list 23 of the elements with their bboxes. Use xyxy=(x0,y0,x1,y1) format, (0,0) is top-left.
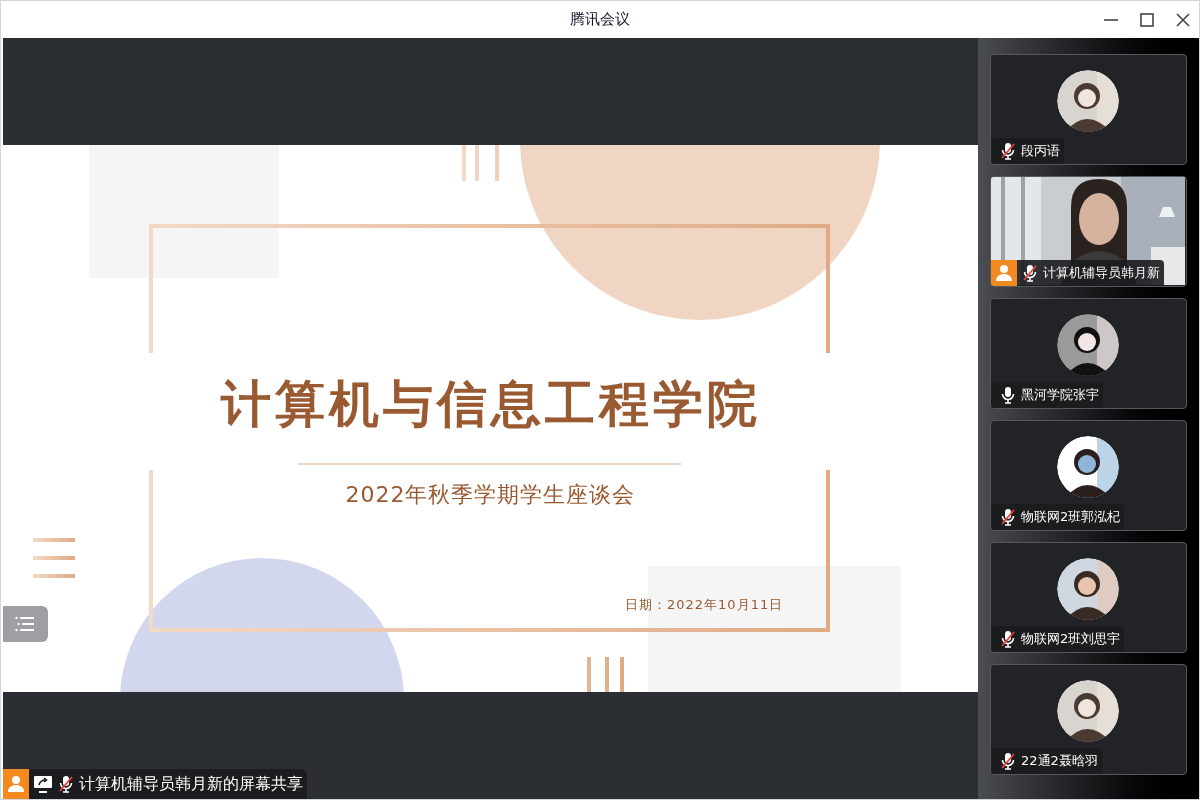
participant-tile[interactable]: 黑河学院张宇 xyxy=(990,298,1187,409)
participant-name: 22通2聂晗羽 xyxy=(1021,752,1098,771)
close-icon[interactable] xyxy=(1175,11,1191,28)
participant-tile[interactable]: 22通2聂晗羽 xyxy=(990,664,1187,775)
participant-tile[interactable]: 段丙语 xyxy=(990,54,1187,165)
share-label: 计算机辅导员韩月新的屏幕共享 xyxy=(79,773,303,795)
slide-title: 计算机与信息工程学院 xyxy=(219,374,762,435)
list-icon xyxy=(14,616,37,632)
screen-share-icon xyxy=(33,775,53,793)
slide-date: 日期：2022年10月11日 xyxy=(625,596,784,614)
window-title: 腾讯会议 xyxy=(570,9,630,31)
participant-name: 计算机辅导员韩月新 xyxy=(1043,264,1160,283)
participant-name: 段丙语 xyxy=(1021,142,1060,161)
participant-name: 物联网2班郭泓杞 xyxy=(1021,508,1121,527)
person-icon xyxy=(7,775,25,793)
participant-tile[interactable]: 物联网2班刘思宇 xyxy=(990,542,1187,653)
slide-subtitle: 2022年秋季学期学生座谈会 xyxy=(344,481,637,509)
participant-name: 黑河学院张宇 xyxy=(1021,386,1099,405)
outline-button[interactable] xyxy=(3,606,48,642)
participant-name: 物联网2班刘思宇 xyxy=(1021,630,1121,649)
participant-tile[interactable]: 物联网2班郭泓杞 xyxy=(990,420,1187,531)
maximize-icon[interactable] xyxy=(1139,11,1155,28)
participant-tile[interactable]: 计算机辅导员韩月新 xyxy=(990,176,1187,287)
